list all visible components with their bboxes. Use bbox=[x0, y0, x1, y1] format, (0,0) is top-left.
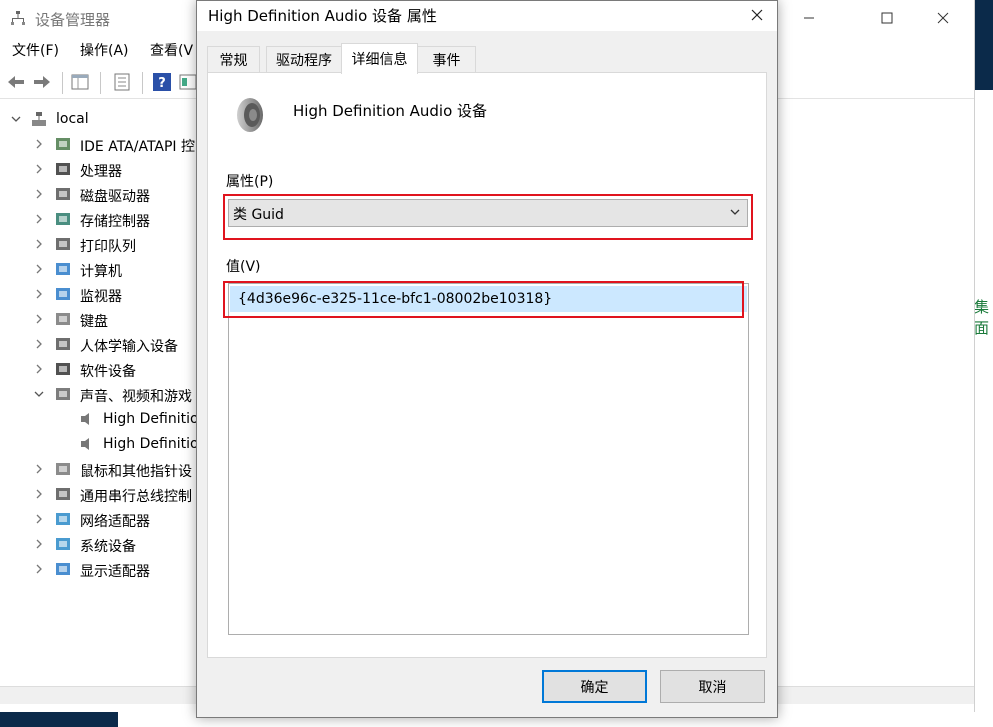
chevron-right-icon[interactable] bbox=[33, 262, 45, 276]
tree-item-label: 磁盘驱动器 bbox=[80, 189, 150, 205]
menu-file[interactable]: 文件(F) bbox=[12, 40, 59, 60]
device-list-icon[interactable] bbox=[112, 72, 132, 92]
maximize-icon bbox=[881, 12, 893, 24]
value-item-text: {4d36e96c-e325-11ce-bfc1-08002be10318} bbox=[238, 291, 553, 307]
ide-controller-icon bbox=[56, 138, 70, 150]
tab-driver[interactable]: 驱动程序 bbox=[266, 46, 342, 72]
tree-item-label: 打印队列 bbox=[80, 239, 136, 255]
tree-child-label: High Definitio bbox=[103, 411, 199, 427]
properties-view-icon[interactable] bbox=[70, 72, 90, 92]
tree-item-label: 计算机 bbox=[80, 264, 122, 280]
monitor-icon bbox=[56, 288, 70, 300]
value-label: 值(V) bbox=[226, 259, 261, 275]
display-adapter-icon bbox=[56, 563, 70, 575]
scan-icon[interactable] bbox=[178, 72, 198, 92]
property-select-value: 类 Guid bbox=[233, 207, 284, 223]
tree-item-label: 系统设备 bbox=[80, 539, 136, 555]
usb-icon bbox=[56, 488, 70, 500]
disk-drive-icon bbox=[56, 188, 70, 200]
back-arrow-icon[interactable] bbox=[6, 72, 26, 92]
cancel-button[interactable]: 取消 bbox=[660, 670, 765, 703]
software-device-icon bbox=[56, 363, 70, 375]
speaker-icon bbox=[56, 388, 70, 400]
chevron-right-icon[interactable] bbox=[33, 562, 45, 576]
chevron-right-icon[interactable] bbox=[33, 462, 45, 476]
details-panel: High Definition Audio 设备 属性(P) 类 Guid 值(… bbox=[207, 72, 767, 658]
forward-arrow-icon[interactable] bbox=[32, 72, 52, 92]
property-label: 属性(P) bbox=[226, 174, 274, 190]
chevron-right-icon[interactable] bbox=[33, 487, 45, 501]
desktop-background bbox=[974, 0, 993, 727]
tab-events[interactable]: 事件 bbox=[417, 46, 476, 72]
properties-dialog: High Definition Audio 设备 属性 常规 驱动程序 详细信息… bbox=[196, 0, 778, 718]
printer-icon bbox=[56, 238, 70, 250]
speaker-icon bbox=[81, 413, 89, 425]
tree-item-label: 键盘 bbox=[80, 314, 108, 330]
tab-details[interactable]: 详细信息 bbox=[341, 43, 418, 74]
hid-icon bbox=[56, 338, 70, 350]
processor-icon bbox=[56, 163, 70, 175]
dialog-close-button[interactable] bbox=[737, 1, 777, 29]
chevron-right-icon[interactable] bbox=[33, 312, 45, 326]
dialog-title: High Definition Audio 设备 属性 bbox=[208, 7, 437, 25]
chevron-right-icon[interactable] bbox=[33, 362, 45, 376]
tree-item-label: 人体学输入设备 bbox=[80, 339, 178, 355]
system-device-icon bbox=[56, 538, 70, 550]
tree-child-label: High Definitio bbox=[103, 436, 199, 452]
menu-view[interactable]: 查看(V bbox=[150, 40, 193, 60]
minimize-icon bbox=[804, 17, 814, 19]
tree-item-label: 网络适配器 bbox=[80, 514, 150, 530]
background-window-text: 集面 bbox=[974, 298, 990, 337]
chevron-right-icon[interactable] bbox=[33, 212, 45, 226]
storage-controller-icon bbox=[56, 213, 70, 225]
ok-button[interactable]: 确定 bbox=[542, 670, 647, 703]
tab-general[interactable]: 常规 bbox=[207, 46, 260, 72]
chevron-right-icon[interactable] bbox=[33, 137, 45, 151]
chevron-down-icon[interactable] bbox=[10, 112, 22, 126]
tree-item-label: 通用串行总线控制 bbox=[80, 489, 192, 505]
speaker-icon bbox=[81, 438, 89, 450]
menu-action[interactable]: 操作(A) bbox=[80, 40, 129, 60]
chevron-right-icon[interactable] bbox=[33, 187, 45, 201]
minimize-button[interactable] bbox=[786, 0, 832, 36]
list-item[interactable]: {4d36e96c-e325-11ce-bfc1-08002be10318} bbox=[230, 286, 747, 312]
value-listbox[interactable]: {4d36e96c-e325-11ce-bfc1-08002be10318} bbox=[228, 283, 749, 635]
speaker-icon bbox=[237, 98, 263, 132]
keyboard-icon bbox=[56, 313, 70, 325]
tree-item-label: 软件设备 bbox=[80, 364, 136, 380]
chevron-right-icon[interactable] bbox=[33, 537, 45, 551]
close-icon bbox=[751, 9, 763, 21]
mouse-icon bbox=[56, 463, 70, 475]
device-name: High Definition Audio 设备 bbox=[293, 102, 488, 120]
taskbar-fragment bbox=[0, 712, 118, 727]
close-icon bbox=[937, 12, 949, 24]
tree-item-label: IDE ATA/ATAPI 控 bbox=[80, 139, 196, 155]
network-adapter-icon bbox=[56, 513, 70, 525]
chevron-down-icon[interactable] bbox=[33, 387, 45, 401]
tree-item-label: 鼠标和其他指针设 bbox=[80, 464, 192, 480]
device-manager-title: 设备管理器 bbox=[35, 11, 111, 29]
dialog-titlebar: High Definition Audio 设备 属性 bbox=[197, 1, 777, 31]
chevron-down-icon bbox=[730, 209, 740, 215]
tree-item-label: 声音、视频和游戏 bbox=[80, 389, 192, 405]
svg-text:?: ? bbox=[158, 76, 166, 91]
chevron-right-icon[interactable] bbox=[33, 162, 45, 176]
maximize-button[interactable] bbox=[864, 0, 910, 36]
close-button[interactable] bbox=[920, 0, 966, 36]
chevron-right-icon[interactable] bbox=[33, 512, 45, 526]
chevron-right-icon[interactable] bbox=[33, 287, 45, 301]
help-icon[interactable]: ? bbox=[152, 72, 172, 92]
tree-item-label: 处理器 bbox=[80, 164, 122, 180]
device-manager-icon bbox=[11, 11, 25, 25]
chevron-right-icon[interactable] bbox=[33, 237, 45, 251]
tree-root-label: local bbox=[56, 111, 89, 127]
property-select[interactable]: 类 Guid bbox=[228, 199, 748, 227]
chevron-right-icon[interactable] bbox=[33, 337, 45, 351]
computer-root-icon bbox=[32, 112, 46, 126]
tree-item-label: 监视器 bbox=[80, 289, 122, 305]
tree-item-label: 显示适配器 bbox=[80, 564, 150, 580]
computer-icon bbox=[56, 263, 70, 275]
tree-item-label: 存储控制器 bbox=[80, 214, 150, 230]
